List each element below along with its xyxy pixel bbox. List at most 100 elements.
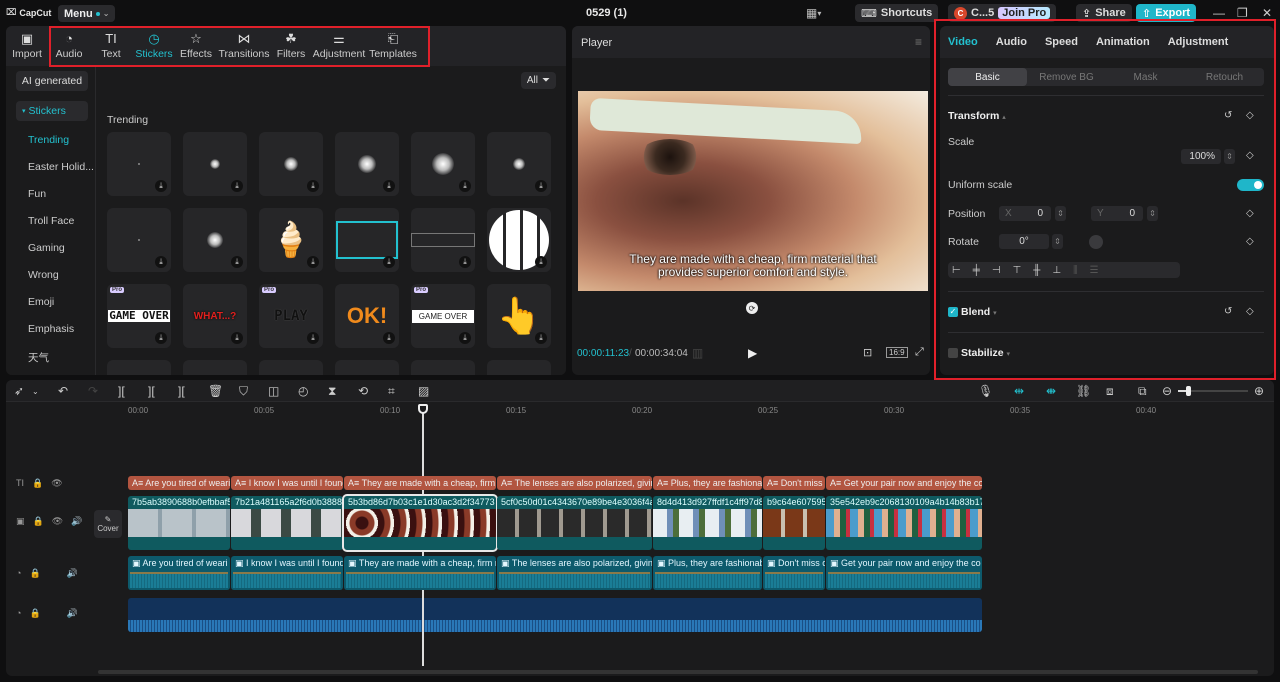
category-emphasis[interactable]: Emphasis <box>28 323 74 335</box>
download-icon[interactable]: ⤓ <box>307 180 319 192</box>
category-fun[interactable]: Fun <box>28 188 46 200</box>
rotate-keyframe-icon[interactable]: ◇ <box>1246 236 1254 247</box>
lock-icon[interactable]: 🔒 <box>32 478 43 489</box>
play-icon[interactable]: ▶ <box>748 346 757 360</box>
sticker-blank[interactable] <box>259 360 323 375</box>
speaker-icon[interactable]: 🔊 <box>71 516 82 527</box>
sticker-tiny-dot[interactable]: ⤓ <box>107 208 171 272</box>
scale-keyframe-icon[interactable]: ◇ <box>1246 150 1254 161</box>
subtab-basic[interactable]: Basic <box>948 68 1027 86</box>
shortcuts-button[interactable]: ⌨ Shortcuts <box>855 4 939 22</box>
link-icon[interactable]: ⛓ <box>1076 384 1091 398</box>
download-icon[interactable]: ⤓ <box>155 332 167 344</box>
preview-axis-icon[interactable]: ⧉ <box>1138 384 1147 399</box>
tab-adjustment-settings[interactable]: Adjustment <box>1168 36 1229 48</box>
tab-import[interactable]: ▣ Import <box>6 26 48 66</box>
audio-clip[interactable]: ▣ The lenses are also polarized, giving <box>497 556 652 590</box>
text-clip[interactable]: A≡ I know I was until I found <box>231 476 343 490</box>
sticker-ok[interactable]: OK! ⤓ <box>335 284 399 348</box>
zoom-preview-icon[interactable]: ⊡ <box>863 346 872 359</box>
zoom-out-icon[interactable]: ⊖ <box>1162 384 1172 398</box>
share-button[interactable]: ⇪ Share <box>1076 4 1132 22</box>
audio-clip[interactable]: ▣ I know I was until I found <box>231 556 343 590</box>
rotate-icon[interactable]: ⟲ <box>358 384 368 398</box>
align-top-icon[interactable]: ⊤ <box>1013 265 1022 276</box>
join-pro-button[interactable]: Join Pro <box>998 7 1051 19</box>
position-x-stepper[interactable]: ⇕ <box>1055 206 1066 221</box>
text-clip[interactable]: A≡ Don't miss c <box>763 476 825 490</box>
reset-icon[interactable]: ↺ <box>1224 110 1232 121</box>
lock-icon[interactable]: 🔒 <box>29 608 40 619</box>
download-icon[interactable]: ⤓ <box>459 256 471 268</box>
video-clip[interactable]: 5b3bd86d7b03c1e1d30ac3d2f34773 <box>342 494 498 552</box>
align-center-h-icon[interactable]: ╪ <box>973 265 980 276</box>
timeline-scrollbar[interactable] <box>98 670 1258 674</box>
align-right-icon[interactable]: ⊣ <box>992 265 1001 276</box>
text-clip[interactable]: A≡ They are made with a cheap, firm m <box>344 476 496 490</box>
timeline-grid-icon[interactable]: ▥ <box>692 346 703 360</box>
sticker-pointing-hand[interactable]: 👆 ⤓ <box>487 284 551 348</box>
zoom-slider-handle[interactable] <box>1186 386 1191 396</box>
sticker-snowflake[interactable]: ⤓ <box>183 208 247 272</box>
align-bottom-icon[interactable]: ⊥ <box>1052 265 1061 276</box>
sticker-gray-frame[interactable]: ⤓ <box>411 208 475 272</box>
subtab-remove-bg[interactable]: Remove BG <box>1027 68 1106 86</box>
position-x-input[interactable]: X0 <box>999 206 1051 221</box>
timeline-ruler[interactable]: 00:00 00:05 00:10 00:15 00:20 00:25 00:3… <box>128 402 1274 420</box>
sticker-glow-star-medium[interactable]: ⤓ <box>259 132 323 196</box>
redo-icon[interactable]: ↷ <box>88 384 98 398</box>
download-icon[interactable]: ⤓ <box>383 180 395 192</box>
download-icon[interactable]: ⤓ <box>307 256 319 268</box>
distribute-v-icon[interactable]: ☰ <box>1090 265 1099 276</box>
category-easter[interactable]: Easter Holid... <box>28 161 94 173</box>
download-icon[interactable]: ⤓ <box>459 180 471 192</box>
menu-button[interactable]: Menu ⌄ <box>58 5 116 22</box>
auto-reframe-icon[interactable]: ▨ <box>418 384 429 398</box>
download-icon[interactable]: ⤓ <box>535 256 547 268</box>
download-icon[interactable]: ⤓ <box>155 256 167 268</box>
download-icon[interactable]: ⤓ <box>231 180 243 192</box>
sticker-play-pixel[interactable]: PLAY Pro ⤓ <box>259 284 323 348</box>
transform-section-title[interactable]: Transform ▴ <box>948 110 1006 122</box>
sticker-cyan-frame[interactable]: ⤓ <box>335 208 399 272</box>
crop-icon[interactable]: ⌗ <box>388 384 395 399</box>
sticker-soft-star[interactable]: ⤓ <box>487 132 551 196</box>
download-icon[interactable]: ⤓ <box>535 180 547 192</box>
minimize-icon[interactable]: — <box>1213 6 1225 20</box>
aspect-ratio-button[interactable]: 16:9 <box>886 347 908 358</box>
download-icon[interactable]: ⤓ <box>307 332 319 344</box>
sticker-four-point-star[interactable]: ⤓ <box>335 132 399 196</box>
restore-icon[interactable]: ❐ <box>1237 6 1248 20</box>
tab-stickers[interactable]: ◷ Stickers <box>132 26 176 66</box>
fullscreen-icon[interactable]: ⤢ <box>915 346 924 359</box>
subtab-mask[interactable]: Mask <box>1106 68 1185 86</box>
tab-audio[interactable]: ◔ Audio <box>48 26 90 66</box>
stabilize-checkbox[interactable] <box>948 348 958 358</box>
scale-input[interactable]: 100% <box>1181 149 1221 164</box>
text-clip[interactable]: A≡ The lenses are also polarized, giving <box>497 476 652 490</box>
lock-icon[interactable]: 🔒 <box>33 516 44 527</box>
split-icon[interactable]: ][ <box>118 384 125 398</box>
text-clip[interactable]: A≡ Get your pair now and enjoy the co <box>826 476 982 490</box>
category-trending[interactable]: Trending <box>28 134 69 146</box>
tab-transitions[interactable]: ⋈ Transitions <box>216 26 272 66</box>
sticker-globe-grid[interactable]: ⤓ <box>487 208 551 272</box>
align-left-icon[interactable]: ⊢ <box>952 265 961 276</box>
music-clip[interactable] <box>128 598 982 632</box>
chevron-down-icon[interactable]: ⌄ <box>32 387 39 396</box>
video-clip[interactable]: b9c64e607595 <box>763 496 825 550</box>
download-icon[interactable]: ⤓ <box>383 256 395 268</box>
blend-section-title[interactable]: Blend ▾ <box>961 306 997 318</box>
category-gaming[interactable]: Gaming <box>28 242 65 254</box>
blend-reset-icon[interactable]: ↺ <box>1224 306 1232 317</box>
microphone-icon[interactable]: 🎙 <box>978 384 993 398</box>
freeze-icon[interactable]: ◫ <box>268 384 279 398</box>
tab-speed[interactable]: Speed <box>1045 36 1078 48</box>
category-troll-face[interactable]: Troll Face <box>28 215 74 227</box>
position-y-input[interactable]: Y0 <box>1091 206 1143 221</box>
split-preview-icon[interactable]: ⧈ <box>1106 384 1114 399</box>
subtab-retouch[interactable]: Retouch <box>1185 68 1264 86</box>
keyframe-icon[interactable]: ◇ <box>1246 110 1254 121</box>
reverse-icon[interactable]: ◴ <box>298 384 308 398</box>
audio-clip[interactable]: ▣ Are you tired of weari <box>128 556 230 590</box>
